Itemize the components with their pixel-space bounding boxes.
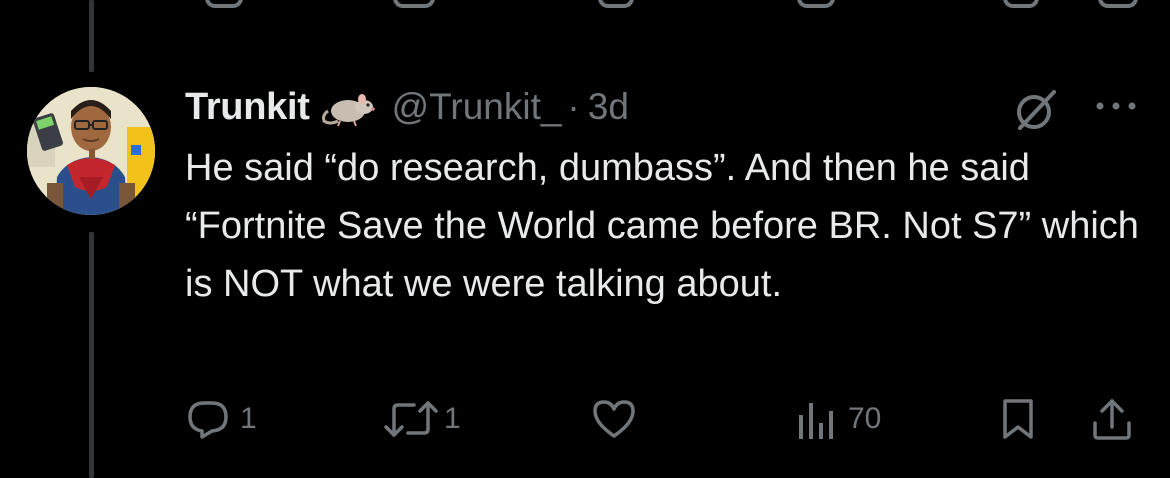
like-icon <box>593 400 635 438</box>
previous-like-icon[interactable] <box>598 0 634 8</box>
reply-button[interactable]: 1 <box>186 396 257 442</box>
tweet-actions: 1 1 70 <box>0 396 1170 442</box>
previous-bookmark-icon[interactable] <box>1003 0 1039 8</box>
views-count: 70 <box>848 402 882 435</box>
reply-count: 1 <box>240 402 257 435</box>
avatar[interactable] <box>27 87 155 215</box>
views-icon <box>799 403 833 439</box>
previous-share-icon[interactable] <box>1098 0 1138 8</box>
rat-emoji-icon <box>320 85 378 129</box>
thread-line-top <box>89 0 94 72</box>
retweet-count: 1 <box>444 402 461 435</box>
previous-retweet-icon[interactable] <box>393 0 435 8</box>
separator-dot: · <box>567 86 580 127</box>
more-icon[interactable] <box>1092 98 1140 114</box>
previous-views-icon[interactable] <box>797 0 835 8</box>
tweet-header: Trunkit @Trunkit_ · 3d <box>185 82 629 132</box>
tweet-frame: Trunkit @Trunkit_ · 3d He said “do resea… <box>0 0 1170 478</box>
share-icon <box>1093 399 1131 440</box>
display-name[interactable]: Trunkit <box>185 86 310 129</box>
user-handle[interactable]: @Trunkit_ <box>392 86 562 128</box>
previous-reply-icon[interactable] <box>205 0 243 8</box>
reply-icon <box>188 401 228 439</box>
bookmark-icon <box>1003 399 1033 439</box>
like-button[interactable] <box>591 396 647 442</box>
grok-icon[interactable] <box>1012 86 1060 134</box>
tweet-text: He said “do research, dumbass”. And then… <box>185 147 1139 305</box>
views-button[interactable]: 70 <box>796 396 881 442</box>
retweet-icon <box>384 401 438 437</box>
retweet-button[interactable]: 1 <box>382 396 461 442</box>
share-button[interactable] <box>1090 396 1134 442</box>
bookmark-button[interactable] <box>1000 396 1036 442</box>
avatar-image <box>27 87 155 215</box>
timestamp[interactable]: 3d <box>588 86 629 128</box>
previous-tweet-actions <box>0 0 1170 8</box>
